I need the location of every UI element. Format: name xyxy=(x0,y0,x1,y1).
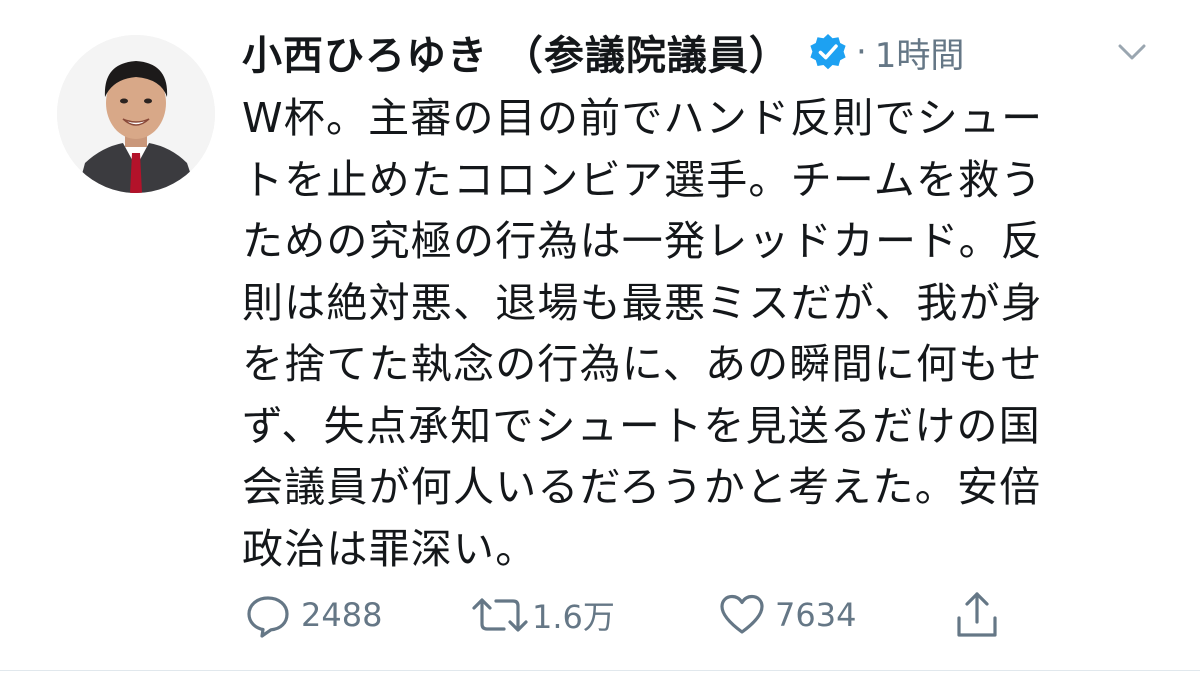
tweet-actions: 2488 1.6万 7634 xyxy=(0,590,1200,640)
avatar-image xyxy=(57,35,215,193)
like-button[interactable]: 7634 xyxy=(719,590,856,640)
retweet-icon xyxy=(470,592,530,638)
display-name[interactable]: 小西ひろゆき （参議院議員） xyxy=(242,23,790,81)
chevron-down-icon[interactable] xyxy=(1112,38,1152,66)
share-button[interactable] xyxy=(954,590,1000,640)
retweet-button[interactable]: 1.6万 xyxy=(470,590,615,640)
reply-count: 2488 xyxy=(301,596,383,634)
tweet-timestamp[interactable]: 1時間 xyxy=(875,28,965,77)
avatar[interactable] xyxy=(57,35,215,193)
tweet-text: W杯。主審の目の前でハンド反則でシュー トを止めたコロンビア選手。チームを救う … xyxy=(242,94,1044,573)
tweet-card[interactable]: 小西ひろゆき （参議院議員） · 1時間 W杯。主審の目の前でハンド反則でシュー… xyxy=(0,0,1200,678)
verified-badge-icon xyxy=(808,32,848,72)
heart-icon xyxy=(719,592,765,638)
reply-icon xyxy=(245,592,291,638)
like-count: 7634 xyxy=(775,596,857,634)
reply-button[interactable]: 2488 xyxy=(245,590,382,640)
share-icon xyxy=(954,590,1000,640)
retweet-count: 1.6万 xyxy=(532,598,615,636)
tweet-header: 小西ひろゆき （参議院議員） · 1時間 xyxy=(242,22,964,82)
divider xyxy=(0,670,1200,671)
separator-dot: · xyxy=(855,32,867,72)
